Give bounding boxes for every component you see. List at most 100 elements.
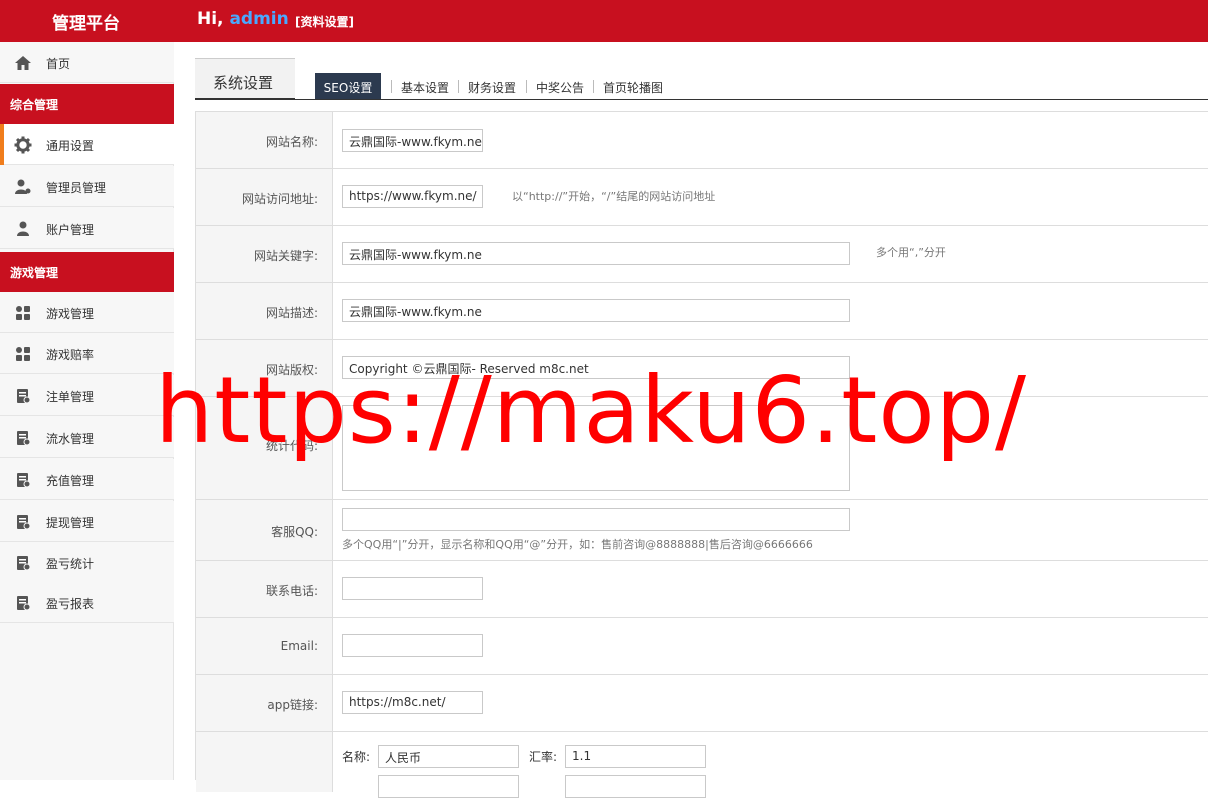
subtab-separator — [391, 80, 392, 93]
sidebar-item-label: 注单管理 — [46, 390, 95, 404]
subtab-carousel[interactable]: 首页轮播图 — [603, 79, 663, 96]
sidebar-item-label: 游戏管理 — [46, 307, 95, 321]
site-url-label: 网站访问地址: — [241, 192, 318, 206]
sidebar-item-label: 充值管理 — [46, 474, 95, 488]
keywords-hint: 多个用“,”分开 — [876, 246, 946, 259]
keywords-input[interactable]: 云鼎国际-www.fkym.ne — [342, 242, 850, 265]
qq-label: 客服QQ: — [271, 525, 318, 539]
label-cell: 联系电话: — [196, 561, 333, 617]
sidebar-item-game-odds[interactable]: 游戏赔率 — [0, 333, 174, 374]
qq-hint: 多个QQ用“|”分开，显示名称和QQ用“@”分开，如：售前咨询@8888888|… — [342, 538, 813, 551]
profile-settings-link[interactable]: [资料设置] — [295, 13, 354, 30]
phone-input[interactable] — [342, 577, 483, 600]
form-row-currency: 名称: 人民币 汇率: 1.1 — [196, 732, 1208, 798]
qq-input[interactable] — [342, 508, 850, 531]
sidebar-item-withdrawals[interactable]: 提现管理 — [0, 501, 174, 542]
form-row-email: Email: — [196, 618, 1208, 675]
site-name-input[interactable]: 云鼎国际-www.fkym.ne — [342, 129, 483, 152]
subtab-separator — [526, 80, 527, 93]
label-cell: 网站名称: — [196, 112, 333, 168]
sidebar-item-label: 盈亏报表 — [46, 597, 95, 611]
sidebar-item-deposits[interactable]: 充值管理 — [0, 459, 174, 500]
game-grid-icon — [16, 347, 30, 361]
sidebar-item-label: 通用设置 — [46, 139, 95, 153]
user-icon — [17, 221, 29, 236]
site-name-label: 网站名称: — [265, 135, 318, 149]
sidebar-item-label: 账户管理 — [46, 223, 95, 237]
form-row-phone: 联系电话: — [196, 561, 1208, 618]
document-icon — [17, 556, 31, 571]
sidebar-item-label: 管理员管理 — [46, 181, 107, 195]
document-icon — [17, 389, 31, 404]
sidebar-item-home[interactable]: 首页 — [0, 42, 174, 83]
subtab-separator — [458, 80, 459, 93]
exchange-rate-input-2[interactable] — [565, 775, 706, 798]
sidebar-item-label: 盈亏统计 — [46, 557, 95, 571]
label-cell: 网站访问地址: — [196, 169, 333, 225]
exchange-rate-label: 汇率: — [529, 750, 558, 764]
sidebar-item-profit-stats[interactable]: 盈亏统计 — [0, 542, 174, 583]
keywords-label: 网站关键字: — [253, 249, 318, 263]
tab-label: 系统设置 — [213, 74, 274, 92]
form-row-description: 网站描述: 云鼎国际-www.fkym.ne — [196, 283, 1208, 340]
username[interactable]: admin — [229, 9, 288, 29]
form-row-site-url: 网站访问地址: https://www.fkym.ne/ 以“http://”开… — [196, 169, 1208, 226]
sidebar-item-profit-report[interactable]: 盈亏报表 — [0, 582, 174, 623]
label-cell: app链接: — [196, 675, 333, 731]
tab-divider — [295, 99, 1208, 100]
sidebar: 首页 综合管理 通用设置 管理员管理 账户管理 游戏管理 游戏管理 游戏赔率 注… — [0, 42, 174, 780]
sidebar-item-bets[interactable]: 注单管理 — [0, 375, 174, 416]
site-url-input[interactable]: https://www.fkym.ne/ — [342, 185, 483, 208]
greeting: Hi, admin — [197, 9, 289, 29]
gear-icon — [14, 136, 32, 154]
sidebar-item-label: 游戏赔率 — [46, 348, 95, 362]
sidebar-item-game-management[interactable]: 游戏管理 — [0, 292, 174, 333]
document-icon — [17, 596, 31, 611]
label-cell: 网站描述: — [196, 283, 333, 339]
sidebar-item-label: 提现管理 — [46, 516, 95, 530]
admin-users-icon — [15, 179, 31, 194]
greeting-text: Hi, — [197, 9, 224, 29]
exchange-rate-input[interactable]: 1.1 — [565, 745, 706, 768]
description-input[interactable]: 云鼎国际-www.fkym.ne — [342, 299, 850, 322]
document-icon — [17, 515, 31, 530]
subtab-finance[interactable]: 财务设置 — [468, 79, 516, 96]
sidebar-item-label: 首页 — [46, 57, 71, 71]
home-icon — [15, 56, 31, 70]
document-icon — [17, 473, 31, 488]
label-cell: Email: — [196, 618, 333, 674]
subtab-basic[interactable]: 基本设置 — [401, 79, 449, 96]
form-row-keywords: 网站关键字: 云鼎国际-www.fkym.ne 多个用“,”分开 — [196, 226, 1208, 283]
watermark-url: https://maku6.top/ — [155, 357, 1028, 464]
currency-name-input-2[interactable] — [378, 775, 519, 798]
top-bar: 管理平台 Hi, admin [资料设置] — [0, 0, 1208, 42]
sidebar-item-account-management[interactable]: 账户管理 — [0, 208, 174, 249]
phone-label: 联系电话: — [265, 584, 318, 598]
subtab-seo[interactable]: SEO设置 — [315, 73, 381, 99]
subtab-announcements[interactable]: 中奖公告 — [536, 79, 584, 96]
sidebar-group-general[interactable]: 综合管理 — [0, 84, 174, 124]
app-link-input[interactable]: https://m8c.net/ — [342, 691, 483, 714]
form-row-app-link: app链接: https://m8c.net/ — [196, 675, 1208, 732]
tab-system-settings[interactable]: 系统设置 — [195, 58, 295, 100]
sidebar-group-games[interactable]: 游戏管理 — [0, 252, 174, 292]
form-row-site-name: 网站名称: 云鼎国际-www.fkym.ne — [196, 111, 1208, 169]
sidebar-item-transactions[interactable]: 流水管理 — [0, 417, 174, 458]
currency-name-input[interactable]: 人民币 — [378, 745, 519, 768]
subtab-separator — [593, 80, 594, 93]
site-url-hint: 以“http://”开始，“/”结尾的网站访问地址 — [512, 190, 716, 203]
sidebar-item-admin-management[interactable]: 管理员管理 — [0, 166, 174, 207]
label-cell: 网站关键字: — [196, 226, 333, 282]
sidebar-item-label: 流水管理 — [46, 432, 95, 446]
sidebar-item-general-settings[interactable]: 通用设置 — [0, 124, 174, 165]
document-icon — [17, 431, 31, 446]
brand-title: 管理平台 — [52, 14, 120, 34]
currency-name-label: 名称: — [342, 750, 371, 764]
email-label: Email: — [280, 639, 318, 653]
email-input[interactable] — [342, 634, 483, 657]
description-label: 网站描述: — [265, 306, 318, 320]
app-link-label: app链接: — [267, 698, 318, 712]
label-cell: 客服QQ: — [196, 500, 333, 560]
game-grid-icon — [16, 306, 30, 320]
label-cell — [196, 732, 333, 792]
